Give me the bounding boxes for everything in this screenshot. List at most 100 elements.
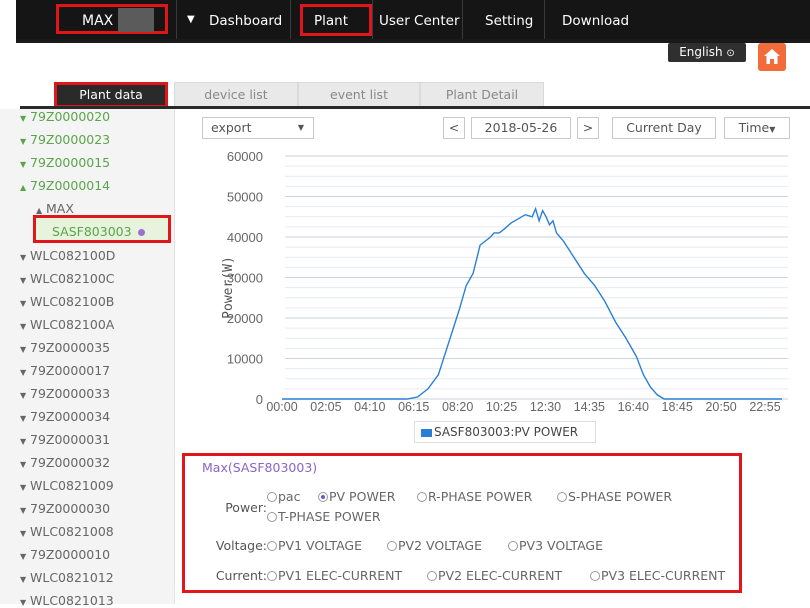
power-chart[interactable]: 0100002000030000400005000060000Power(W)0… [174,140,810,420]
tree-item-selected[interactable]: SASF803003 [52,224,145,239]
tree-item-label: WLC082100A [30,317,115,332]
chevron-down-icon: ▼ [297,123,304,132]
tree-item[interactable]: ▲ 79Z0000014 [20,178,110,193]
brand-label[interactable]: MAX [82,13,113,29]
date-input[interactable]: 2018-05-26 [471,117,571,139]
tree-item[interactable]: ▼ WLC082100D [20,248,115,263]
expand-arrow-icon: ▼ [20,437,27,446]
option-label: PV1 VOLTAGE [278,538,363,553]
radio-pv2-current[interactable]: PV2 ELEC-CURRENT [427,568,562,583]
tree-item-label: WLC082100D [30,248,116,263]
tree-item[interactable]: ▼ WLC0821013 [20,593,114,608]
radio-pv1-current[interactable]: PV1 ELEC-CURRENT [267,568,402,583]
radio-icon [557,492,567,502]
radio-pac[interactable]: pac [267,489,300,504]
tree-item[interactable]: ▼ 79Z0000032 [20,455,110,470]
option-label: PV3 ELEC-CURRENT [601,568,726,583]
radio-pv3-current[interactable]: PV3 ELEC-CURRENT [590,568,725,583]
tree-item[interactable]: ▼ WLC082100B [20,294,114,309]
expand-arrow-icon: ▼ [20,253,27,262]
tree-item[interactable]: ▼ 79Z0000035 [20,340,110,355]
tree-item[interactable]: ▼ WLC0821012 [20,570,114,585]
tree-item[interactable]: ▼ 79Z0000017 [20,363,110,378]
radio-icon [417,492,427,502]
tree-item-label: 79Z0000015 [30,155,111,170]
tree-item[interactable]: ▼ 79Z0000031 [20,432,110,447]
nav-dashboard[interactable]: Dashboard [209,13,282,29]
time-label: Time [738,120,770,135]
parameter-panel-title: Max(SASF803003) [202,460,318,475]
tree-item[interactable]: ▼ WLC082100C [20,271,115,286]
radio-pv-power[interactable]: PV POWER [318,489,395,504]
x-tick-label: 18:45 [662,400,693,414]
x-tick-label: 04:10 [354,400,385,414]
tree-item[interactable]: ▼ 79Z0000033 [20,386,110,401]
export-select[interactable]: export ▼ [202,117,314,139]
tree-item[interactable]: ▼ 79Z0000015 [20,155,110,170]
tab-plant-detail[interactable]: Plant Detail [420,82,544,108]
tree-item-label: WLC0821012 [30,570,114,585]
expand-arrow-icon: ▼ [20,137,27,146]
tree-item[interactable]: ▼ WLC082100A [20,317,114,332]
tree-item-label: 79Z0000031 [30,432,111,447]
tree-item-label: WLC0821013 [30,593,114,608]
y-tick-label: 0 [256,392,263,407]
tree-item-label: 79Z0000035 [30,340,111,355]
tree-item[interactable]: ▼ WLC0821008 [20,524,114,539]
x-tick-label: 12:30 [530,400,561,414]
time-select[interactable]: Time▼ [724,117,790,139]
radio-s-phase-power[interactable]: S-PHASE POWER [557,489,672,504]
nav-divider [290,0,291,39]
x-tick-label: 06:15 [398,400,429,414]
tab-device-list[interactable]: device list [174,82,298,108]
tree-item-label: 79Z0000032 [30,455,111,470]
nav-divider [544,0,545,39]
menu-caret-icon[interactable]: ▼ [187,14,195,25]
expand-arrow-icon: ▼ [20,529,27,538]
chart-legend[interactable]: SASF803003:PV POWER [414,421,596,443]
radio-pv1-voltage[interactable]: PV1 VOLTAGE [267,538,362,553]
tree-item[interactable]: ▼ 79Z0000023 [20,132,110,147]
expand-arrow-icon: ▼ [20,276,27,285]
tree-item[interactable]: ▼ 79Z0000034 [20,409,110,424]
nav-divider [176,0,177,39]
nav-setting[interactable]: Setting [485,13,533,29]
prev-day-button[interactable]: < [443,117,465,139]
expand-arrow-icon: ▼ [20,391,27,400]
tree-item[interactable]: ▼ WLC0821009 [20,478,114,493]
x-tick-label: 14:35 [574,400,605,414]
radio-pv3-voltage[interactable]: PV3 VOLTAGE [508,538,603,553]
expand-arrow-icon: ▼ [20,345,27,354]
option-label: pac [278,489,301,504]
legend-swatch [421,428,432,437]
radio-icon [267,512,277,522]
expand-arrow-icon: ▼ [20,552,27,561]
date-value: 2018-05-26 [484,120,558,135]
radio-t-phase-power[interactable]: T-PHASE POWER [267,509,381,524]
option-label: PV3 VOLTAGE [519,538,604,553]
radio-r-phase-power[interactable]: R-PHASE POWER [417,489,532,504]
tree-item[interactable]: ▼ 79Z0000020 [20,109,110,124]
radio-pv2-voltage[interactable]: PV2 VOLTAGE [387,538,482,553]
tree-item[interactable]: ▼ 79Z0000010 [20,547,110,562]
x-tick-label: 16:40 [618,400,649,414]
radio-icon [267,541,277,551]
radio-icon [267,571,277,581]
language-button[interactable]: English ⊙ [668,43,746,62]
tab-event-list[interactable]: event list [298,82,420,108]
tree-item-label: MAX [46,201,74,216]
x-tick-label: 20:50 [705,400,736,414]
home-button[interactable] [758,43,786,71]
y-tick-label: 50000 [227,190,263,205]
expand-arrow-icon: ▼ [20,322,27,331]
nav-user-center[interactable]: User Center [379,13,460,29]
tree-item[interactable]: ▲ MAX [36,201,74,216]
chevron-down-icon: ▼ [769,125,776,134]
current-day-button[interactable]: Current Day [612,117,716,139]
tree-item[interactable]: ▼ 79Z0000030 [20,501,110,516]
nav-download[interactable]: Download [562,13,629,29]
next-day-button[interactable]: > [577,117,599,139]
expand-arrow-icon: ▼ [20,160,27,169]
expand-arrow-icon: ▼ [20,299,27,308]
x-tick-label: 10:25 [486,400,517,414]
